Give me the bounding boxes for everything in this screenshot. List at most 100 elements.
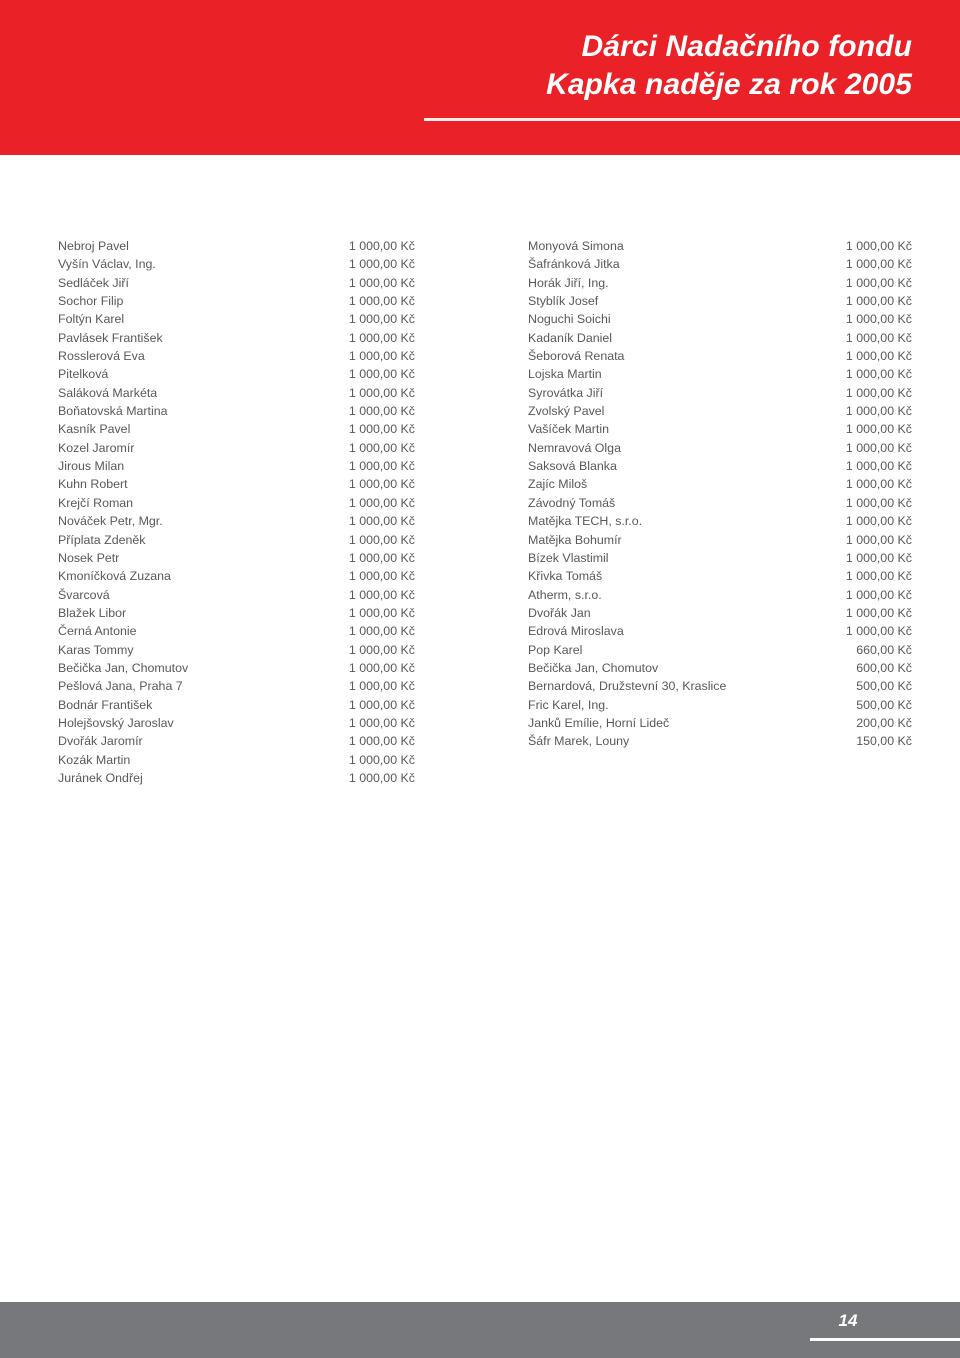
- donor-amount: 1 000,00 Kč: [348, 624, 415, 639]
- donor-name: Nosek Petr: [58, 550, 120, 565]
- donor-column-right: Monyová Simona 1 000,00 Kč Šafránková Jitk…: [480, 237, 960, 787]
- donor-name: Vyšín Václav, Ing.: [58, 257, 156, 272]
- donor-row: Kuhn Robert 1 000,00 Kč: [58, 475, 415, 493]
- donor-row: Horák Jiří, Ing. 1 000,00 Kč: [528, 274, 912, 292]
- donor-name: Kozel Jaromír: [58, 440, 135, 455]
- donor-row: Lojska Martin 1 000,00 Kč: [528, 365, 912, 383]
- donor-amount: 1 000,00 Kč: [845, 624, 912, 639]
- page-footer-band: [0, 1302, 960, 1358]
- donor-amount: 1 000,00 Kč: [845, 349, 912, 364]
- donor-row: Jirous Milan 1 000,00 Kč: [58, 457, 415, 475]
- donor-row: Zajíc Miloš 1 000,00 Kč: [528, 475, 912, 493]
- donor-name: Zajíc Miloš: [528, 477, 588, 492]
- donor-row: Bodnár František 1 000,00 Kč: [58, 696, 415, 714]
- donor-amount: 1 000,00 Kč: [845, 275, 912, 290]
- donor-name: Edrová Miroslava: [528, 624, 624, 639]
- donor-amount: 1 000,00 Kč: [348, 330, 415, 345]
- donor-name: Pavlásek František: [58, 330, 163, 345]
- donor-amount: 1 000,00 Kč: [845, 587, 912, 602]
- donor-name: Noguchi Soichi: [528, 312, 611, 327]
- donor-amount: 1 000,00 Kč: [348, 275, 415, 290]
- donor-row: Bečička Jan, Chomutov 600,00 Kč: [528, 659, 912, 677]
- donor-amount: 1 000,00 Kč: [845, 312, 912, 327]
- donor-list-content: Nebroj Pavel 1 000,00 Kč Vyšín Václav, Ing…: [0, 155, 960, 1302]
- donor-name: Kozák Martin: [58, 752, 131, 767]
- donor-amount: 1 000,00 Kč: [845, 330, 912, 345]
- donor-amount: 1 000,00 Kč: [845, 239, 912, 253]
- donor-name: Kmoníčková Zuzana: [58, 569, 171, 584]
- donor-name: Saksová Blanka: [528, 459, 617, 474]
- donor-row: Janků Emílie, Horní Lideč 200,00 Kč: [528, 714, 912, 732]
- donor-name: Bodnár František: [58, 697, 153, 712]
- donor-row: Boňatovská Martina 1 000,00 Kč: [58, 402, 415, 420]
- donor-row: Sochor Filip 1 000,00 Kč: [58, 292, 415, 310]
- donor-name: Krejčí Roman: [58, 495, 134, 510]
- donor-row: Příplata Zdeněk 1 000,00 Kč: [58, 531, 415, 549]
- donor-name: Pop Karel: [528, 642, 583, 657]
- donor-row: Styblík Josef 1 000,00 Kč: [528, 292, 912, 310]
- donor-row: Dvořák Jaromír 1 000,00 Kč: [58, 732, 415, 750]
- donor-row: Nebroj Pavel 1 000,00 Kč: [58, 237, 415, 255]
- donor-name: Šeborová Renata: [528, 349, 625, 364]
- donor-amount: 1 000,00 Kč: [348, 257, 415, 272]
- donor-row: Bečička Jan, Chomutov 1 000,00 Kč: [58, 659, 415, 677]
- donor-amount: 1 000,00 Kč: [348, 312, 415, 327]
- donor-row: Kmoníčková Zuzana 1 000,00 Kč: [58, 567, 415, 585]
- page-title-line-1: Dárci Nadačního fondu: [581, 30, 912, 63]
- donor-row: Nemravová Olga 1 000,00 Kč: [528, 439, 912, 457]
- donor-row: Saláková Markéta 1 000,00 Kč: [58, 384, 415, 402]
- donor-row: Křivka Tomáš 1 000,00 Kč: [528, 567, 912, 585]
- donor-name: Holejšovský Jaroslav: [58, 715, 174, 730]
- donor-name: Atherm, s.r.o.: [528, 587, 602, 602]
- donor-amount: 1 000,00 Kč: [348, 679, 415, 694]
- donor-row: Černá Antonie 1 000,00 Kč: [58, 622, 415, 640]
- donor-amount: 1 000,00 Kč: [348, 734, 415, 749]
- donor-name: Zvolský Pavel: [528, 404, 605, 419]
- donor-amount: 1 000,00 Kč: [845, 459, 912, 474]
- donor-amount: 1 000,00 Kč: [348, 239, 415, 253]
- page-number: 14: [838, 1311, 858, 1330]
- page-header-band: Dárci Nadačního fondu Kapka naděje za ro…: [0, 0, 960, 155]
- donor-row: Bernardová, Družstevní 30, Kraslice 500,0…: [528, 677, 912, 695]
- donor-row: Rosslerová Eva 1 000,00 Kč: [58, 347, 415, 365]
- donor-name: Nebroj Pavel: [58, 239, 129, 253]
- donor-row: Kozel Jaromír 1 000,00 Kč: [58, 439, 415, 457]
- donor-name: Šafránková Jitka: [528, 257, 620, 272]
- donor-amount: 1 000,00 Kč: [348, 697, 415, 712]
- donor-row: Nováček Petr, Mgr. 1 000,00 Kč: [58, 512, 415, 530]
- donor-row: Sedláček Jiří 1 000,00 Kč: [58, 274, 415, 292]
- donor-name: Kuhn Robert: [58, 477, 128, 492]
- donor-amount: 1 000,00 Kč: [845, 495, 912, 510]
- donor-row: Šeborová Renata 1 000,00 Kč: [528, 347, 912, 365]
- donor-row: Matějka TECH, s.r.o. 1 000,00 Kč: [528, 512, 912, 530]
- donor-amount: 1 000,00 Kč: [348, 440, 415, 455]
- donor-row: Závodný Tomáš 1 000,00 Kč: [528, 494, 912, 512]
- donor-name: Sochor Filip: [58, 294, 124, 309]
- donor-amount: 1 000,00 Kč: [348, 569, 415, 584]
- donor-amount: 1 000,00 Kč: [348, 367, 415, 382]
- donor-amount: 1 000,00 Kč: [348, 477, 415, 492]
- donor-row: Nosek Petr 1 000,00 Kč: [58, 549, 415, 567]
- donor-amount: 1 000,00 Kč: [845, 550, 912, 565]
- donor-name: Křivka Tomáš: [528, 569, 603, 584]
- donor-amount: 1 000,00 Kč: [348, 587, 415, 602]
- donor-name: Blažek Libor: [58, 605, 127, 620]
- donor-row: Juránek Ondřej 1 000,00 Kč: [58, 769, 415, 787]
- donor-amount: 1 000,00 Kč: [348, 459, 415, 474]
- page-title-line-2: Kapka naděje za rok 2005: [546, 68, 912, 101]
- donor-row: Dvořák Jan 1 000,00 Kč: [528, 604, 912, 622]
- donor-name: Sedláček Jiří: [58, 275, 129, 290]
- donor-amount: 1 000,00 Kč: [845, 605, 912, 620]
- donor-row: Holejšovský Jaroslav 1 000,00 Kč: [58, 714, 415, 732]
- donor-row: Šafránková Jitka 1 000,00 Kč: [528, 255, 912, 273]
- donor-name: Dvořák Jaromír: [58, 734, 143, 749]
- donor-column-left: Nebroj Pavel 1 000,00 Kč Vyšín Václav, Ing…: [0, 237, 480, 787]
- donor-name: Nemravová Olga: [528, 440, 621, 455]
- donor-amount: 1 000,00 Kč: [348, 605, 415, 620]
- donor-row: Monyová Simona 1 000,00 Kč: [528, 237, 912, 255]
- donor-name: Pitelková: [58, 367, 109, 382]
- donor-amount: 1 000,00 Kč: [348, 642, 415, 657]
- donor-name: Černá Antonie: [58, 624, 137, 639]
- donor-amount: 1 000,00 Kč: [348, 404, 415, 419]
- donor-name: Šáfr Marek, Louny: [528, 734, 630, 749]
